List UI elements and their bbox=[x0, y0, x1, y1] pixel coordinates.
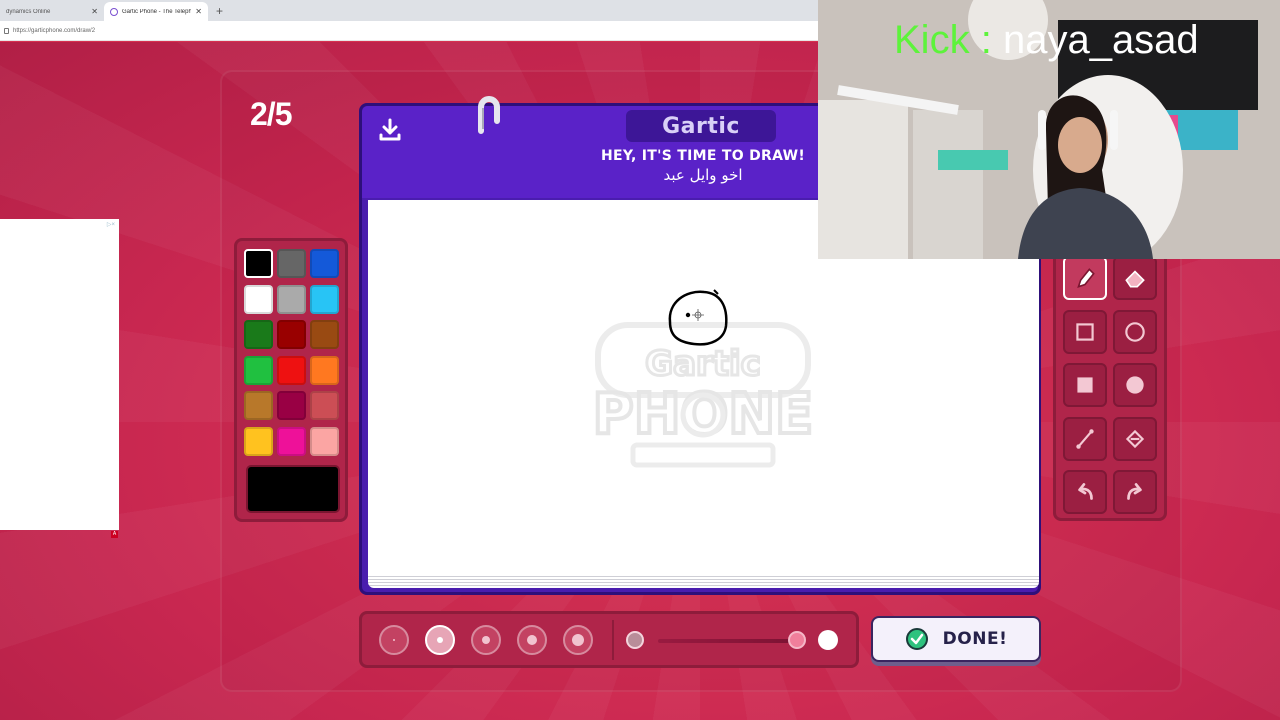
tab-label: dynamics Online bbox=[6, 8, 51, 15]
url-text[interactable]: https://garticphone.com/draw/2 bbox=[13, 28, 95, 34]
circle-outline-icon bbox=[1125, 321, 1145, 342]
tool-pen-button[interactable] bbox=[1063, 256, 1107, 300]
done-button[interactable]: DONE! bbox=[871, 616, 1041, 662]
color-swatch[interactable] bbox=[310, 284, 339, 314]
download-icon[interactable] bbox=[376, 116, 404, 144]
user-drawing bbox=[668, 289, 728, 346]
tool-bucket-button[interactable] bbox=[1113, 416, 1157, 461]
rectangle-fill-icon bbox=[1077, 377, 1093, 393]
tool-undo-button[interactable] bbox=[1063, 470, 1107, 514]
browser-tab[interactable]: dynamics Online ✕ bbox=[0, 2, 104, 21]
browser-tab-active[interactable]: Gartic Phone - The Telephone Gar ✕ bbox=[104, 2, 208, 21]
prompt-word: اخو وايل عبد bbox=[663, 166, 743, 184]
color-swatch[interactable] bbox=[277, 284, 306, 314]
new-tab-button[interactable]: + bbox=[208, 4, 231, 21]
brush-size-button[interactable] bbox=[563, 625, 593, 655]
color-swatch[interactable] bbox=[310, 320, 339, 349]
color-swatch[interactable] bbox=[244, 391, 273, 420]
streamer-webcam: Kick : naya_asad bbox=[818, 0, 1280, 259]
color-palette bbox=[234, 238, 348, 522]
close-tab-icon[interactable]: ✕ bbox=[91, 7, 98, 16]
undo-icon bbox=[1078, 483, 1093, 500]
color-swatch[interactable] bbox=[244, 249, 273, 278]
logo-text: Gartic bbox=[662, 113, 740, 139]
notebook-ring-icon bbox=[478, 96, 500, 134]
redo-icon bbox=[1127, 483, 1142, 500]
notebook-pages bbox=[368, 574, 1039, 588]
circle-fill-icon bbox=[1126, 376, 1144, 394]
brush-size-button[interactable] bbox=[379, 625, 409, 655]
pen-icon bbox=[1077, 268, 1095, 288]
tool-circle-fill-button[interactable] bbox=[1113, 363, 1157, 407]
rectangle-outline-icon bbox=[1076, 322, 1094, 341]
address-bar[interactable]: https://garticphone.com/draw/2 bbox=[0, 21, 820, 41]
color-swatch[interactable] bbox=[277, 249, 306, 278]
tool-redo-button[interactable] bbox=[1113, 470, 1157, 514]
prompt-title: HEY, IT'S TIME TO DRAW! bbox=[600, 148, 806, 164]
brush-size-button[interactable] bbox=[425, 625, 455, 655]
brush-size-dot bbox=[527, 635, 537, 645]
brush-size-button[interactable] bbox=[471, 625, 501, 655]
color-swatch[interactable] bbox=[277, 391, 306, 420]
round-counter: 2/5 bbox=[250, 96, 292, 132]
color-swatch[interactable] bbox=[244, 426, 273, 456]
brush-size-dot bbox=[482, 636, 490, 644]
brush-size-dot bbox=[393, 639, 395, 641]
opacity-slider[interactable] bbox=[658, 639, 798, 643]
tool-rectangle-outline-button[interactable] bbox=[1063, 309, 1107, 354]
brush-size-button[interactable] bbox=[517, 625, 547, 655]
color-swatch[interactable] bbox=[310, 426, 339, 456]
gartic-favicon-icon bbox=[110, 7, 118, 16]
color-swatch[interactable] bbox=[244, 355, 273, 385]
color-swatch[interactable] bbox=[244, 284, 273, 314]
done-label: DONE! bbox=[942, 629, 1008, 649]
line-icon bbox=[1076, 428, 1094, 449]
lock-icon bbox=[4, 27, 9, 34]
color-swatch[interactable] bbox=[277, 320, 306, 349]
controls-divider bbox=[612, 620, 614, 660]
streamer-username: naya_asad bbox=[1002, 18, 1199, 62]
brush-controls bbox=[359, 611, 859, 668]
tool-line-button[interactable] bbox=[1063, 416, 1107, 461]
tool-circle-outline-button[interactable] bbox=[1113, 309, 1157, 354]
platform-name: Kick bbox=[894, 18, 970, 62]
ad-badge: A bbox=[111, 531, 118, 538]
color-swatch[interactable] bbox=[244, 320, 273, 349]
opacity-max-indicator bbox=[818, 630, 838, 650]
color-swatch[interactable] bbox=[310, 249, 339, 278]
color-swatch[interactable] bbox=[310, 355, 339, 385]
color-swatch[interactable] bbox=[277, 355, 306, 385]
current-color-preview bbox=[246, 465, 340, 513]
ad-banner[interactable]: ▷× bbox=[0, 219, 119, 530]
ad-choices-icon[interactable]: ▷× bbox=[107, 221, 115, 228]
tab-label: Gartic Phone - The Telephone Gar bbox=[122, 8, 192, 15]
color-swatch[interactable] bbox=[310, 391, 339, 420]
label-separator: : bbox=[980, 18, 992, 62]
close-tab-icon[interactable]: ✕ bbox=[195, 7, 202, 16]
bucket-icon bbox=[1125, 429, 1145, 448]
tool-eraser-button[interactable] bbox=[1113, 256, 1157, 300]
tool-panel bbox=[1053, 248, 1167, 521]
gartic-logo: Gartic bbox=[626, 110, 776, 142]
brush-size-dot bbox=[572, 634, 584, 646]
stream-overlay-label: Kick : naya_asad bbox=[894, 18, 1199, 63]
opacity-slider-handle[interactable] bbox=[788, 631, 806, 649]
opacity-min-indicator bbox=[626, 631, 644, 649]
eraser-icon bbox=[1125, 270, 1145, 288]
browser-tab-bar: dynamics Online ✕ Gartic Phone - The Tel… bbox=[0, 0, 820, 21]
check-icon bbox=[905, 628, 928, 650]
color-swatch[interactable] bbox=[277, 426, 306, 456]
tool-rectangle-fill-button[interactable] bbox=[1063, 363, 1107, 407]
brush-size-dot bbox=[437, 637, 443, 643]
